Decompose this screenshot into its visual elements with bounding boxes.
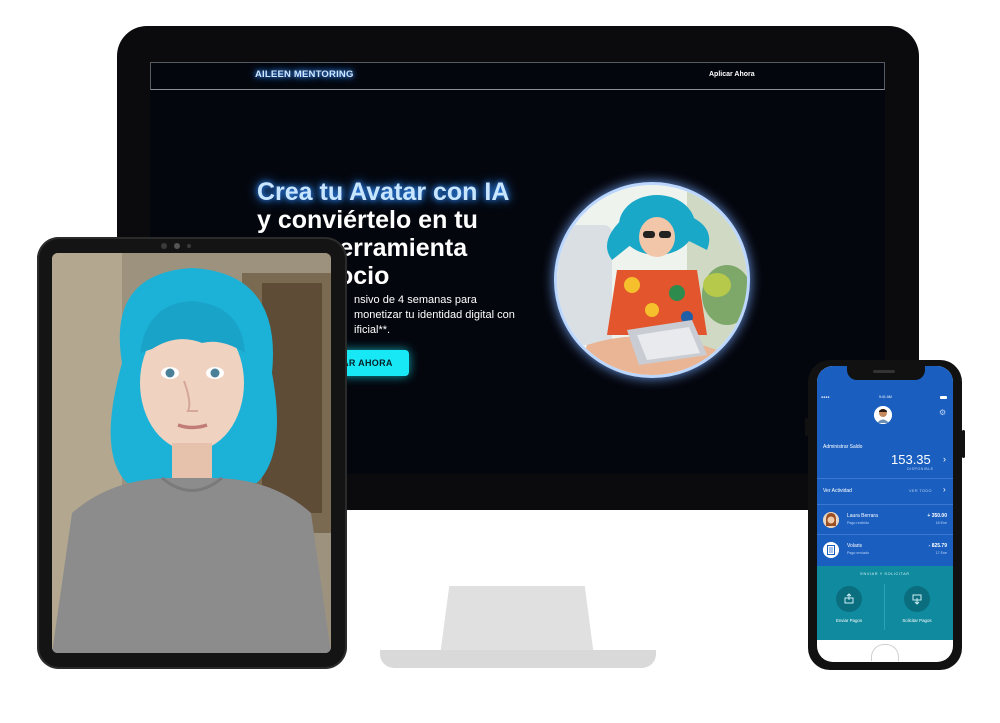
phone-volume-button <box>805 418 808 436</box>
chevron-right-icon[interactable]: › <box>943 454 946 464</box>
transaction-sub: Pago recibido <box>847 521 869 525</box>
activity-title: Ver Actividad <box>823 488 852 494</box>
wallet-header: ●●●● 9:41 AM ⚙ Administrar Saldo 153.35 … <box>817 366 953 478</box>
transaction-sub: Pago enviado <box>847 551 869 555</box>
transaction-name: Volaris <box>847 543 863 549</box>
send-payment-button[interactable] <box>836 586 862 612</box>
transaction-date: 17 Ene <box>935 551 947 555</box>
balance-amount: 153.35 <box>891 452 931 467</box>
payments-title: ENVIAR Y SOLICITAR <box>860 572 910 576</box>
merchant-logo <box>823 542 839 558</box>
user-avatar[interactable] <box>874 406 892 424</box>
transaction-amount: - 825.79 <box>928 543 947 549</box>
tablet-camera-lens <box>174 243 180 249</box>
phone-power-button <box>962 430 965 458</box>
tablet-screen-portrait <box>52 253 331 653</box>
payments-panel: ENVIAR Y SOLICITAR Enviar Pagos Solicita… <box>817 566 953 640</box>
hero-title-line2: y conviértelo en tu <box>257 206 478 234</box>
brand-logo[interactable]: AILEEN MENTORING <box>255 69 354 80</box>
activity-view-all[interactable]: VER TODO <box>909 489 932 493</box>
transaction-name: Laura Berrara <box>847 513 878 519</box>
activity-header[interactable]: Ver Actividad VER TODO › <box>817 478 953 505</box>
nav-apply-link[interactable]: Aplicar Ahora <box>709 71 755 78</box>
request-payment-button[interactable] <box>904 586 930 612</box>
status-bar: ●●●● 9:41 AM <box>821 395 949 401</box>
contact-avatar-image <box>823 512 839 528</box>
transaction-row[interactable]: Laura Berrara Pago recibido + 350.00 18 … <box>817 504 953 535</box>
monitor-stand-base <box>380 650 656 668</box>
home-button[interactable] <box>871 644 899 661</box>
phone-speaker <box>873 370 895 373</box>
tablet-camera-sensor <box>161 243 167 249</box>
transaction-date: 18 Ene <box>935 521 947 525</box>
user-avatar-icon <box>874 406 892 424</box>
request-icon <box>912 594 922 605</box>
avatar-illustration-image <box>557 185 747 375</box>
phone-screen: ●●●● 9:41 AM ⚙ Administrar Saldo 153.35 … <box>817 366 953 662</box>
signal-icon: ●●●● <box>821 395 830 399</box>
gear-icon[interactable]: ⚙ <box>939 408 946 417</box>
status-time: 9:41 AM <box>879 395 892 399</box>
transaction-amount: + 350.00 <box>927 513 947 519</box>
send-payment-label: Enviar Pagos <box>835 618 863 623</box>
site-header: AILEEN MENTORING Aplicar Ahora <box>150 62 885 90</box>
transaction-row[interactable]: Volaris Pago enviado - 825.79 17 Ene <box>817 534 953 567</box>
avatar-illustration <box>554 182 750 378</box>
building-icon <box>823 542 839 558</box>
send-icon <box>844 593 854 604</box>
contact-avatar <box>823 512 839 528</box>
chevron-right-icon: › <box>943 485 946 494</box>
monitor-stand-neck <box>440 586 594 656</box>
portrait-photo <box>52 253 331 653</box>
payments-divider <box>884 584 885 630</box>
battery-icon <box>940 396 947 399</box>
request-payment-label: Solicitar Pagos <box>902 618 932 623</box>
balance-sub: DISPONIBLE <box>907 467 934 471</box>
hero-title-line1: Crea tu Avatar con IA <box>257 178 510 206</box>
balance-label[interactable]: Administrar Saldo <box>823 444 862 450</box>
tablet-camera-sensor-2 <box>187 244 191 248</box>
